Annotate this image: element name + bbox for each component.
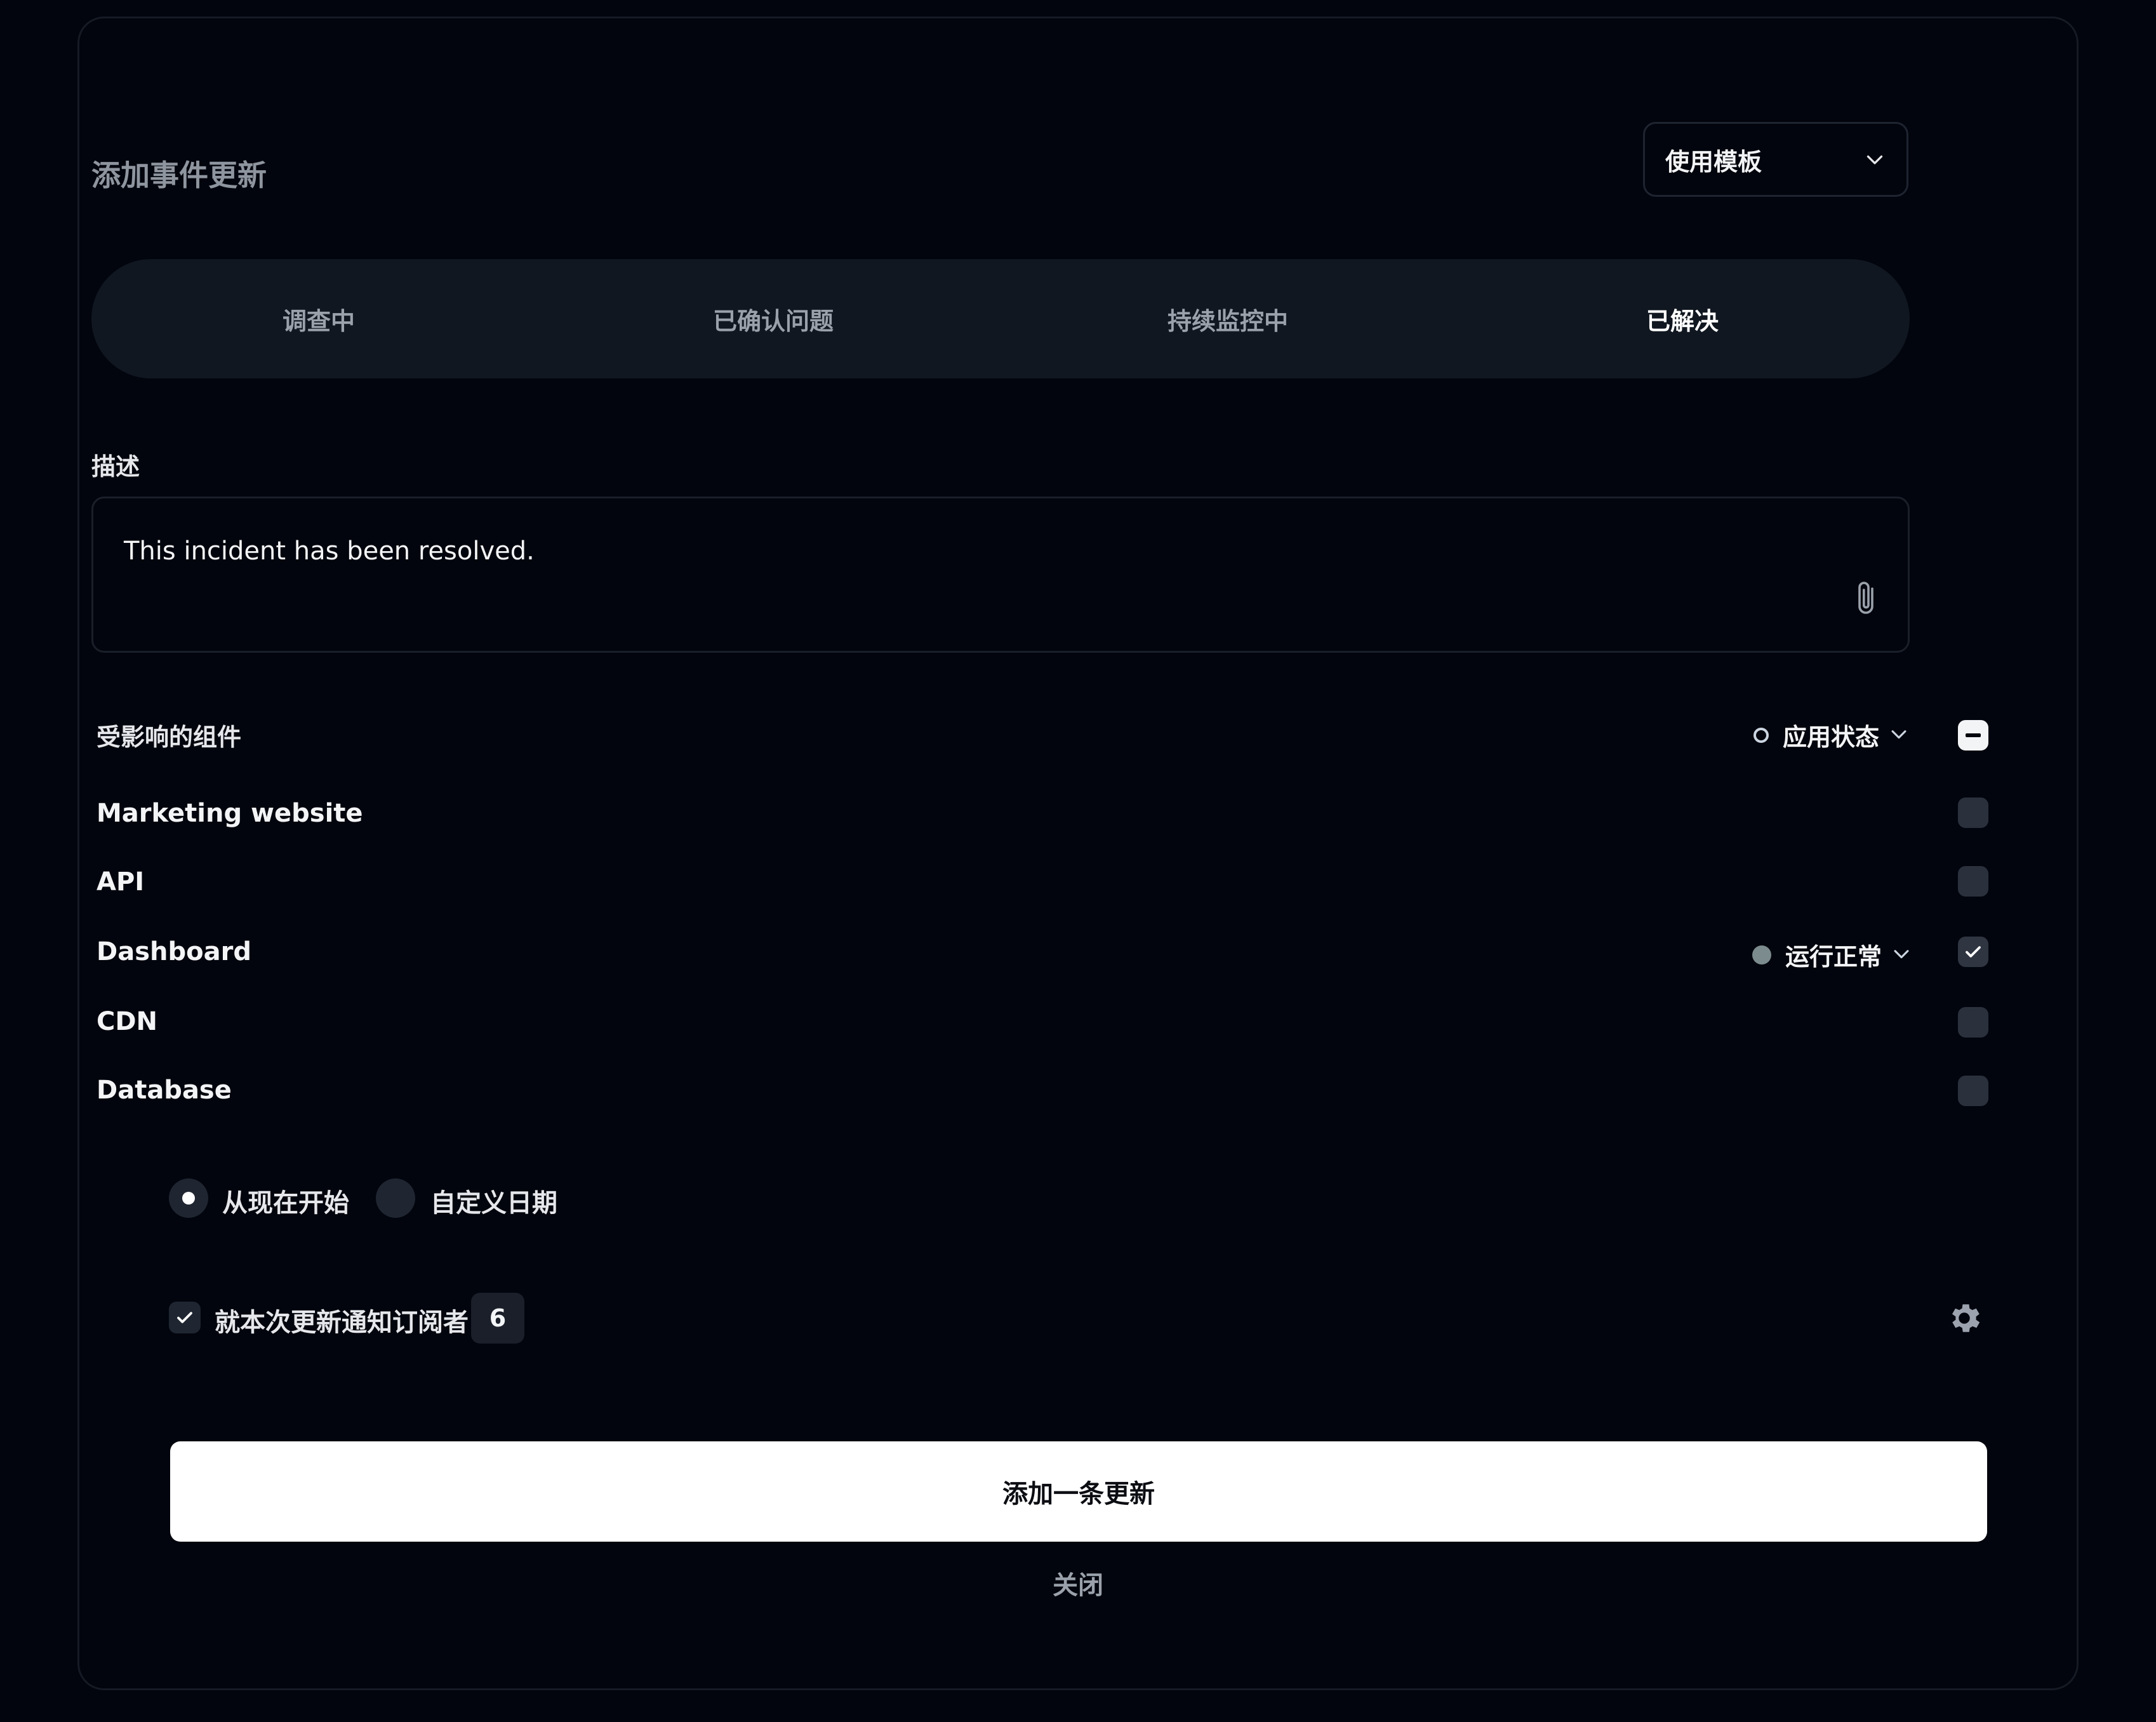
affected-components-header: 受影响的组件 (96, 723, 242, 751)
description-textarea[interactable]: This incident has been resolved. (91, 497, 1910, 653)
subscriber-count-badge: 6 (471, 1293, 524, 1344)
template-select[interactable]: 使用模板 (1643, 122, 1908, 197)
tab-monitoring[interactable]: 持续监控中 (1001, 259, 1455, 378)
chevron-down-icon (1888, 723, 1910, 747)
tab-investigating[interactable]: 调查中 (91, 259, 546, 378)
radio-selected-dot (182, 1192, 195, 1205)
tab-identified[interactable]: 已确认问题 (546, 259, 1001, 378)
radio-start-now[interactable] (169, 1178, 208, 1218)
component-checkbox-marketing-website[interactable] (1958, 798, 1988, 828)
minus-icon (1966, 733, 1981, 737)
component-label-database: Database (96, 1076, 232, 1105)
paperclip-icon[interactable] (1854, 578, 1880, 622)
status-ring-icon (1753, 727, 1769, 743)
component-label-cdn: CDN (96, 1007, 158, 1036)
operational-dot-icon (1752, 945, 1771, 964)
chevron-down-icon (1863, 148, 1886, 171)
description-text[interactable]: This incident has been resolved. (124, 537, 535, 566)
component-checkbox-api[interactable] (1958, 866, 1988, 897)
chevron-down-icon (1891, 943, 1912, 967)
template-select-label: 使用模板 (1665, 147, 1762, 176)
radio-custom-date[interactable] (376, 1178, 415, 1218)
gear-icon[interactable] (1945, 1299, 1983, 1340)
custom-date-label[interactable]: 自定义日期 (430, 1182, 557, 1219)
apply-status-select[interactable]: 应用状态 (1753, 718, 1910, 752)
select-all-checkbox[interactable] (1958, 720, 1988, 751)
status-tabs: 调查中 已确认问题 持续监控中 已解决 (91, 259, 1910, 378)
component-label-dashboard: Dashboard (96, 937, 251, 966)
notify-subscribers-checkbox[interactable] (169, 1302, 201, 1333)
component-checkbox-dashboard[interactable] (1958, 937, 1988, 967)
add-update-button[interactable]: 添加一条更新 (170, 1441, 1987, 1542)
dashboard-status-label: 运行正常 (1785, 943, 1882, 971)
dialog-title: 添加事件更新 (91, 158, 267, 192)
apply-status-label: 应用状态 (1783, 723, 1880, 751)
close-button[interactable]: 关闭 (0, 1565, 2156, 1601)
description-label: 描述 (91, 453, 140, 481)
dashboard-status-select[interactable]: 运行正常 (1752, 937, 1912, 972)
component-checkbox-database[interactable] (1958, 1076, 1988, 1106)
component-label-api: API (96, 867, 145, 897)
start-now-label[interactable]: 从现在开始 (222, 1182, 349, 1219)
component-label-marketing-website: Marketing website (96, 799, 363, 828)
notify-subscribers-label[interactable]: 就本次更新通知订阅者 (215, 1302, 469, 1338)
checkmark-icon (1966, 946, 1981, 958)
checkmark-icon (177, 1312, 192, 1323)
component-checkbox-cdn[interactable] (1958, 1007, 1988, 1038)
tab-resolved[interactable]: 已解决 (1455, 259, 1910, 378)
